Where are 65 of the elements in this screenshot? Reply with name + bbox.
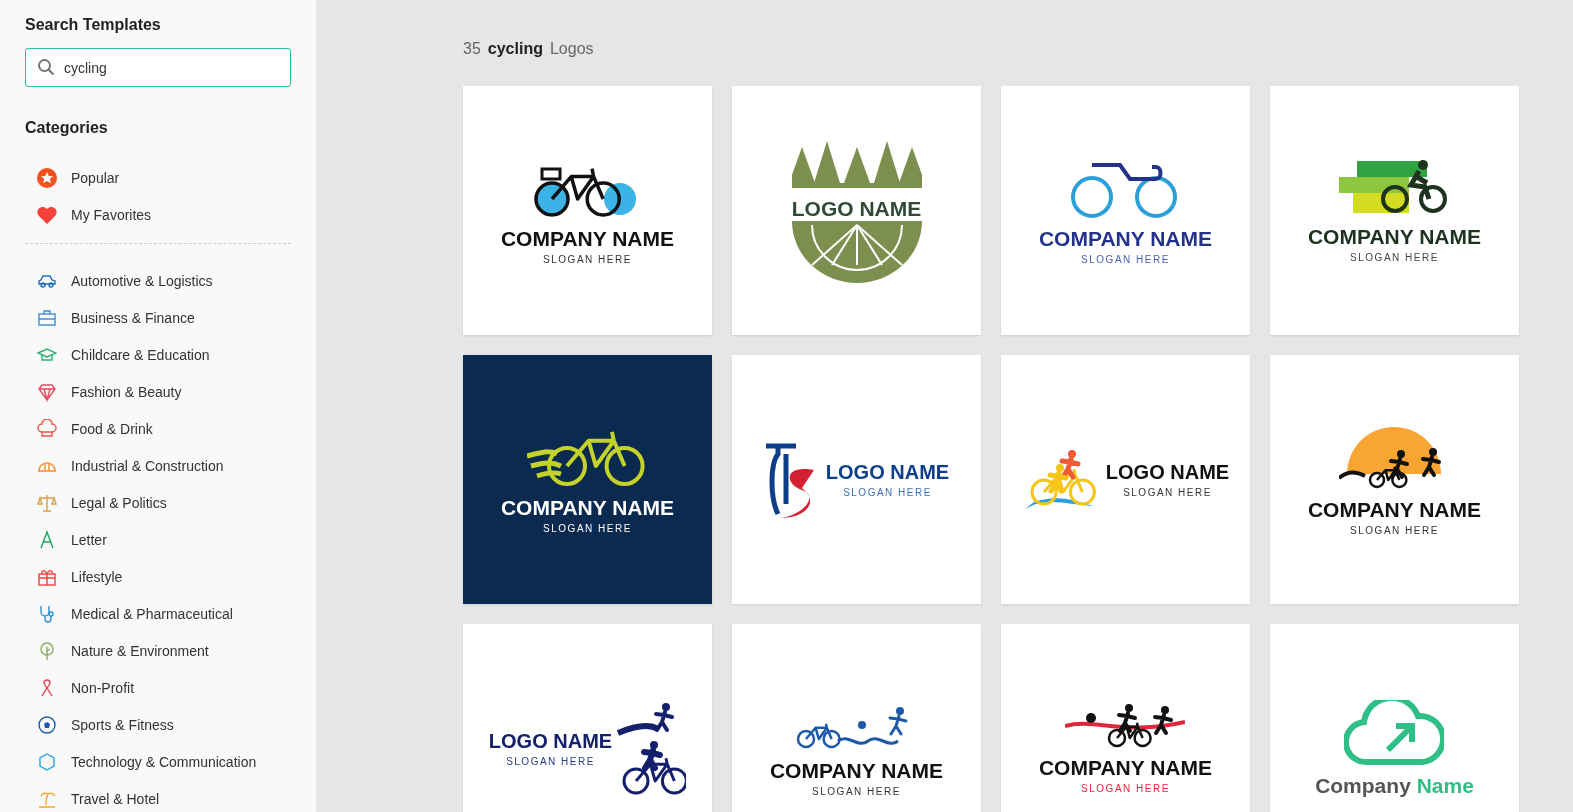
logo-name: COMPANY NAME: [500, 495, 675, 520]
logo-name: COMPANY NAME: [769, 758, 944, 783]
logo-slogan: SLOGAN HERE: [1350, 251, 1439, 263]
logo-name: COMPANY NAME: [500, 226, 675, 251]
logo-template-card[interactable]: COMPANY NAME SLOGAN HERE: [1270, 86, 1519, 335]
logo-slogan: SLOGAN HERE: [1123, 487, 1212, 498]
category-item[interactable]: Legal & Politics: [37, 484, 291, 521]
logo-slogan: SLOGAN HERE: [1081, 782, 1170, 794]
logo-slogan: SLOGAN HERE: [543, 522, 632, 534]
category-icon: [37, 603, 57, 624]
category-item[interactable]: Lifestyle: [37, 558, 291, 595]
logo-slogan: SLOGAN HERE: [1350, 524, 1439, 536]
category-item[interactable]: Popular: [37, 159, 291, 196]
results-heading: 35 cycling Logos: [463, 40, 595, 58]
logo-name: Company Name: [1315, 773, 1474, 798]
logo-name: LOGO NAME: [1105, 461, 1230, 484]
logo-template-card[interactable]: COMPANY NAME SLOGAN HERE: [732, 624, 981, 812]
logo-template-card[interactable]: LOGO NAME SLOGAN HERE: [1001, 355, 1250, 604]
category-item[interactable]: Business & Finance: [37, 299, 291, 336]
category-item[interactable]: Travel & Hotel: [37, 780, 291, 812]
category-icon: [37, 529, 57, 550]
category-item[interactable]: Technology & Communication: [37, 743, 291, 780]
logo-slogan: SLOGAN HERE: [506, 756, 595, 767]
category-icon: [37, 418, 57, 439]
logo-name: LOGO NAME: [791, 196, 922, 221]
category-icon: [37, 714, 57, 735]
category-item[interactable]: Letter: [37, 521, 291, 558]
logo-name: COMPANY NAME: [1038, 226, 1213, 251]
logo-template-card[interactable]: Company Name: [1270, 624, 1519, 812]
logo-template-card[interactable]: COMPANY NAME SLOGAN HERE: [1001, 86, 1250, 335]
categories-title: Categories: [25, 119, 109, 137]
search-field[interactable]: cycling: [25, 48, 291, 87]
logo-name: LOGO NAME: [825, 461, 950, 484]
category-icon: [37, 307, 57, 328]
category-icon: [37, 640, 57, 661]
category-icon: [37, 751, 57, 772]
category-item[interactable]: Sports & Fitness: [37, 706, 291, 743]
category-item[interactable]: Non-Profit: [37, 669, 291, 706]
logo-name: LOGO NAME: [488, 730, 613, 753]
logo-slogan: SLOGAN HERE: [843, 487, 932, 498]
category-icon: [37, 381, 57, 402]
logo-template-card[interactable]: COMPANY NAME SLOGAN HERE: [1270, 355, 1519, 604]
logo-template-card[interactable]: LOGO NAME: [732, 86, 981, 335]
logo-slogan: SLOGAN HERE: [812, 785, 901, 797]
category-item[interactable]: Childcare & Education: [37, 336, 291, 373]
search-icon: [37, 58, 55, 76]
logo-template-card[interactable]: COMPANY NAME SLOGAN HERE: [463, 86, 712, 335]
category-item[interactable]: Nature & Environment: [37, 632, 291, 669]
category-item[interactable]: Automotive & Logistics: [37, 262, 291, 299]
logo-slogan: SLOGAN HERE: [543, 253, 632, 265]
logo-slogan: SLOGAN HERE: [1081, 253, 1170, 265]
logo-name: COMPANY NAME: [1307, 497, 1482, 522]
logo-template-card[interactable]: COMPANY NAME SLOGAN HERE: [1001, 624, 1250, 812]
category-item[interactable]: Medical & Pharmaceutical: [37, 595, 291, 632]
logo-template-card[interactable]: LOGO NAME SLOGAN HERE: [463, 624, 712, 812]
category-item[interactable]: My Favorites: [37, 196, 291, 233]
search-title: Search Templates: [25, 16, 162, 34]
category-item[interactable]: Food & Drink: [37, 410, 291, 447]
logo-name: COMPANY NAME: [1307, 224, 1482, 249]
logo-template-card[interactable]: LOGO NAME SLOGAN HERE: [732, 355, 981, 604]
logo-template-card[interactable]: COMPANY NAME SLOGAN HERE: [463, 355, 712, 604]
category-item[interactable]: Fashion & Beauty: [37, 373, 291, 410]
category-icon: [37, 492, 57, 513]
logo-name: COMPANY NAME: [1038, 755, 1213, 780]
category-item[interactable]: Industrial & Construction: [37, 447, 291, 484]
